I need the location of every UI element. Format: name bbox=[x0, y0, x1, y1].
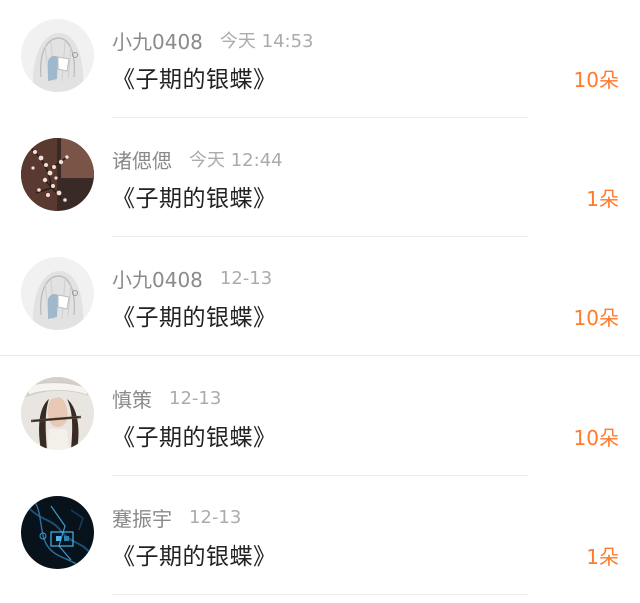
gift-record-list: 小九0408 今天 14:53 《子期的银蝶》 10朵 诸偲偲 今天 12:44… bbox=[0, 0, 640, 603]
avatar-dark-tech-icon[interactable] bbox=[21, 496, 94, 569]
list-item[interactable]: 诸偲偲 今天 12:44 《子期的银蝶》 1朵 bbox=[0, 119, 640, 239]
avatar-woman-veil-icon[interactable] bbox=[21, 377, 94, 450]
gift-amount: 1朵 bbox=[586, 187, 619, 211]
user-name[interactable]: 小九0408 bbox=[112, 26, 203, 55]
gift-meta: 小九0408 今天 14:53 bbox=[112, 26, 314, 54]
gift-amount: 1朵 bbox=[586, 545, 619, 569]
avatar-girl-sketch-icon[interactable] bbox=[21, 257, 94, 330]
row-divider bbox=[112, 475, 528, 476]
gift-time: 12-13 bbox=[189, 506, 242, 528]
gift-message: 《子期的银蝶》 bbox=[112, 425, 277, 451]
list-item[interactable]: 小九0408 12-13 《子期的银蝶》 10朵 bbox=[0, 238, 640, 358]
gift-time: 12-13 bbox=[219, 267, 273, 289]
gift-time: 今天 14:53 bbox=[219, 31, 314, 52]
gift-amount: 10朵 bbox=[573, 426, 619, 450]
gift-time: 12-13 bbox=[169, 387, 222, 409]
gift-time: 今天 12:44 bbox=[189, 150, 283, 171]
row-divider bbox=[112, 236, 528, 237]
gift-meta: 小九0408 12-13 bbox=[112, 264, 272, 292]
gift-amount: 10朵 bbox=[573, 68, 619, 92]
user-name[interactable]: 诸偲偲 bbox=[112, 145, 172, 174]
row-divider bbox=[112, 594, 528, 595]
user-name[interactable]: 小九0408 bbox=[112, 264, 203, 293]
gift-meta: 慎策 12-13 bbox=[112, 384, 221, 412]
gift-message: 《子期的银蝶》 bbox=[112, 544, 277, 570]
avatar-blossom-photo-icon[interactable] bbox=[21, 138, 94, 211]
gift-meta: 蹇振宇 12-13 bbox=[112, 503, 241, 531]
list-item[interactable]: 蹇振宇 12-13 《子期的银蝶》 1朵 bbox=[0, 477, 640, 597]
gift-meta: 诸偲偲 今天 12:44 bbox=[112, 145, 283, 173]
gift-message: 《子期的银蝶》 bbox=[112, 186, 277, 212]
user-name[interactable]: 慎策 bbox=[112, 384, 152, 413]
row-divider bbox=[0, 355, 640, 356]
gift-amount: 10朵 bbox=[573, 306, 619, 330]
avatar-girl-sketch-icon[interactable] bbox=[21, 19, 94, 92]
user-name[interactable]: 蹇振宇 bbox=[112, 503, 172, 532]
gift-message: 《子期的银蝶》 bbox=[112, 67, 277, 93]
list-item[interactable]: 慎策 12-13 《子期的银蝶》 10朵 bbox=[0, 358, 640, 478]
gift-message: 《子期的银蝶》 bbox=[112, 305, 277, 331]
row-divider bbox=[112, 117, 528, 118]
list-item[interactable]: 小九0408 今天 14:53 《子期的银蝶》 10朵 bbox=[0, 0, 640, 120]
